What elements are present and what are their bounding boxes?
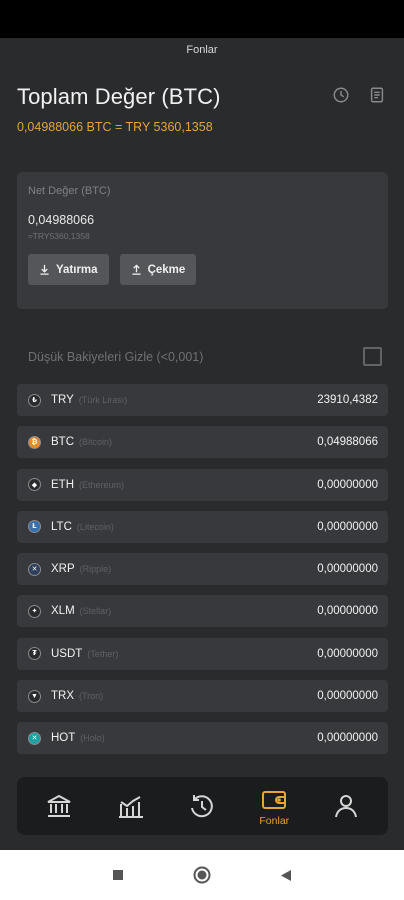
asset-balance: 0,00000000 bbox=[317, 605, 378, 618]
asset-name: (Holo) bbox=[80, 733, 105, 744]
page-title: Fonlar bbox=[186, 44, 218, 56]
asset-name: (Ethereum) bbox=[79, 479, 125, 490]
deposit-label: Yatırma bbox=[56, 263, 98, 276]
asset-symbol: XLM bbox=[51, 605, 75, 618]
asset-balance: 0,00000000 bbox=[317, 563, 378, 576]
asset-balance: 23910,4382 bbox=[317, 394, 378, 406]
net-value-amount: 0,04988066 bbox=[28, 213, 95, 227]
xrp-icon: ✕ bbox=[28, 562, 41, 576]
asset-row-eth[interactable]: ◆ ETH (Ethereum) 0,00000000 bbox=[17, 468, 388, 501]
markets-icon bbox=[118, 796, 143, 818]
home-button[interactable] bbox=[193, 866, 211, 884]
asset-symbol: HOT bbox=[51, 732, 76, 745]
trade-history-icon bbox=[191, 795, 214, 818]
back-button[interactable] bbox=[277, 866, 295, 884]
try-icon: ₺ bbox=[28, 393, 41, 407]
deposit-button[interactable]: Yatırma bbox=[28, 254, 109, 285]
asset-row-xrp[interactable]: ✕ XRP (Ripple) 0,00000000 bbox=[17, 553, 388, 586]
square-icon bbox=[113, 870, 123, 880]
asset-balance: 0,00000000 bbox=[317, 520, 378, 533]
asset-name: (Ripple) bbox=[79, 564, 112, 575]
profile-icon bbox=[335, 795, 358, 818]
hide-small-balances-label: Düşük Bakiyeleri Gizle (<0,001) bbox=[28, 349, 204, 364]
total-value-amount: 0,04988066 BTC = TRY 5360,1358 bbox=[17, 120, 213, 134]
asset-name: (Bitcoin) bbox=[79, 437, 113, 448]
asset-symbol: TRX bbox=[51, 690, 74, 703]
asset-row-btc[interactable]: ₿ BTC (Bitcoin) 0,04988066 bbox=[17, 426, 388, 459]
asset-row-usdt[interactable]: ₮ USDT (Tether) 0,00000000 bbox=[17, 637, 388, 670]
app-header: Fonlar bbox=[0, 38, 404, 62]
net-value-actions: Yatırma Çekme bbox=[28, 254, 377, 285]
asset-name: (Tether) bbox=[87, 648, 119, 659]
asset-symbol: ETH bbox=[51, 478, 74, 491]
asset-name: (Stellar) bbox=[79, 606, 112, 617]
asset-name: (Litecoin) bbox=[76, 521, 114, 532]
eth-icon: ◆ bbox=[28, 478, 41, 492]
hot-icon: ✕ bbox=[28, 731, 41, 745]
net-value-try: ≈TRY5360,1358 bbox=[28, 231, 90, 241]
usdt-icon: ₮ bbox=[28, 647, 41, 661]
history-icon[interactable] bbox=[332, 86, 350, 104]
nav-markets[interactable] bbox=[101, 780, 161, 832]
asset-symbol: XRP bbox=[51, 563, 75, 576]
asset-row-xlm[interactable]: ✦ XLM (Stellar) 0,00000000 bbox=[17, 595, 388, 628]
document-icon[interactable] bbox=[368, 86, 386, 104]
asset-row-ltc[interactable]: Ł LTC (Litecoin) 0,00000000 bbox=[17, 510, 388, 543]
asset-row-try[interactable]: ₺ TRY (Türk Lirası) 23910,4382 bbox=[17, 384, 388, 416]
asset-symbol: LTC bbox=[51, 520, 72, 533]
status-bar bbox=[0, 0, 404, 38]
asset-name: (Tron) bbox=[79, 691, 104, 702]
asset-balance: 0,04988066 bbox=[317, 436, 378, 449]
net-value-label: Net Değer (BTC) bbox=[28, 185, 111, 197]
nav-profile[interactable] bbox=[316, 780, 376, 832]
recents-button[interactable] bbox=[109, 866, 127, 884]
net-value-card: Net Değer (BTC) 0,04988066 ≈TRY5360,1358… bbox=[17, 172, 388, 309]
bottom-nav: Fonlar bbox=[17, 777, 388, 835]
hide-small-balances-row: Düşük Bakiyeleri Gizle (<0,001) bbox=[28, 347, 382, 366]
asset-name: (Türk Lirası) bbox=[78, 395, 128, 405]
upload-icon bbox=[131, 264, 141, 275]
btc-icon: ₿ bbox=[28, 435, 41, 449]
asset-balance: 0,00000000 bbox=[317, 690, 378, 703]
asset-symbol: BTC bbox=[51, 436, 74, 449]
trx-icon: ▼ bbox=[28, 689, 41, 703]
asset-symbol: TRY bbox=[51, 394, 74, 406]
app-screen: Fonlar Toplam Değer (BTC) 0,04988066 BTC… bbox=[0, 38, 404, 850]
nav-bank[interactable] bbox=[29, 780, 89, 832]
asset-balance: 0,00000000 bbox=[317, 647, 378, 660]
circle-icon bbox=[193, 866, 211, 884]
back-triangle-icon bbox=[281, 869, 291, 881]
asset-row-hot[interactable]: ✕ HOT (Holo) 0,00000000 bbox=[17, 722, 388, 755]
nav-wallet-label: Fonlar bbox=[259, 814, 290, 827]
asset-row-trx[interactable]: ▼ TRX (Tron) 0,00000000 bbox=[17, 680, 388, 713]
wallet-icon bbox=[262, 790, 287, 809]
download-icon bbox=[40, 264, 49, 275]
withdraw-button[interactable]: Çekme bbox=[119, 254, 197, 285]
xlm-icon: ✦ bbox=[28, 604, 41, 618]
system-nav-bar bbox=[0, 850, 404, 900]
total-value-section: Toplam Değer (BTC) 0,04988066 BTC = TRY … bbox=[0, 84, 404, 134]
asset-balance: 0,00000000 bbox=[317, 478, 378, 491]
asset-symbol: USDT bbox=[51, 647, 83, 660]
header-actions bbox=[332, 86, 386, 104]
asset-balance: 0,00000000 bbox=[317, 732, 378, 745]
withdraw-label: Çekme bbox=[147, 263, 186, 276]
nav-trade-history[interactable] bbox=[172, 780, 232, 832]
hide-small-balances-checkbox[interactable] bbox=[363, 347, 382, 366]
nav-wallet[interactable]: Fonlar bbox=[244, 780, 304, 832]
ltc-icon: Ł bbox=[28, 520, 41, 534]
bank-icon bbox=[47, 794, 71, 817]
asset-list: ₺ TRY (Türk Lirası) 23910,4382 ₿ BTC (Bitcoin)… bbox=[17, 384, 388, 765]
